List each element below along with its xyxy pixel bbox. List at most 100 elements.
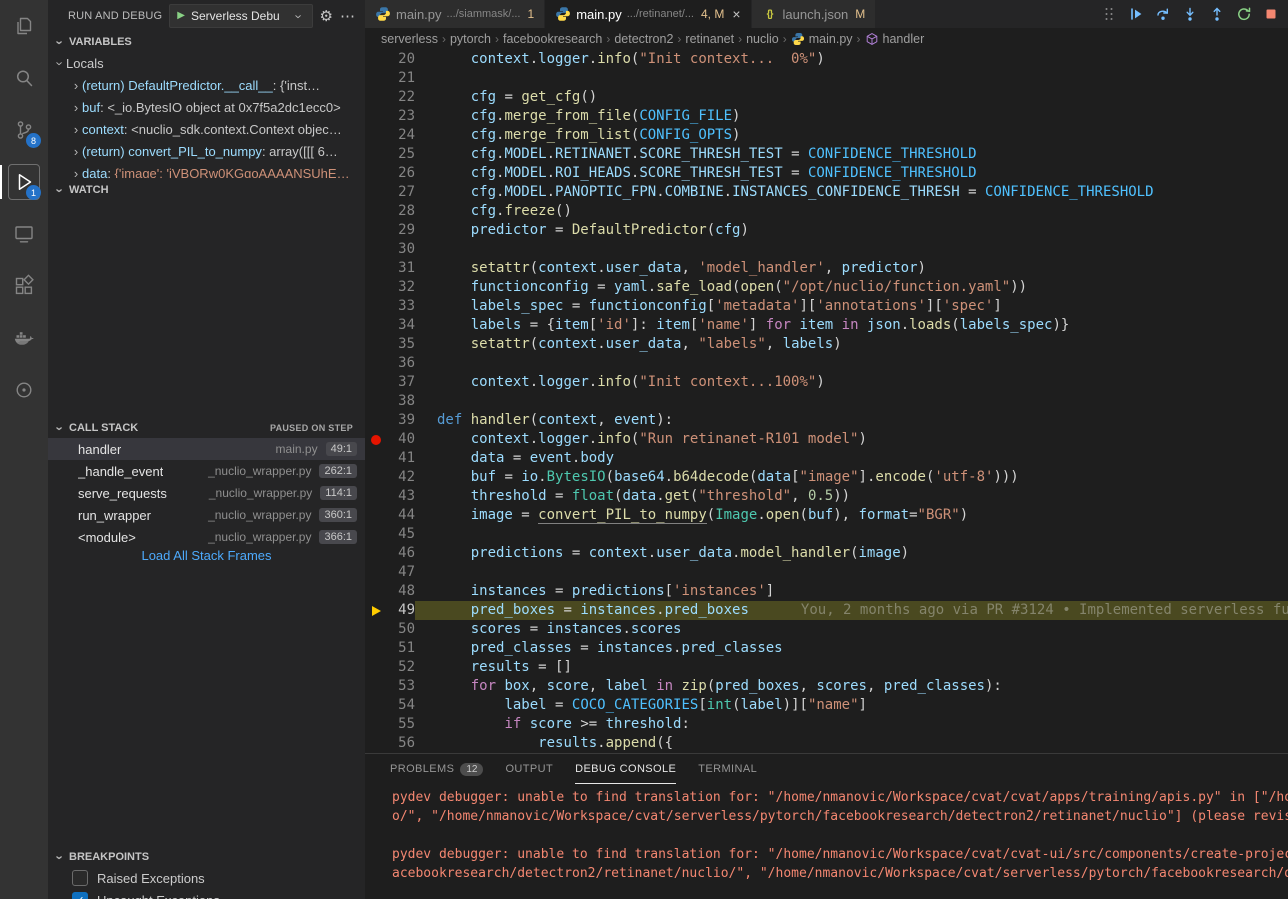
line-number[interactable]: 56	[387, 734, 415, 753]
breadcrumb-item-handler[interactable]: handler	[865, 32, 925, 46]
line-number[interactable]: 26	[387, 164, 415, 183]
code-line-content[interactable]: setattr(context.user_data, "labels", lab…	[415, 335, 1288, 354]
line-number[interactable]: 47	[387, 563, 415, 582]
line-number[interactable]: 41	[387, 449, 415, 468]
code-line-content[interactable]: results.append({	[415, 734, 1288, 753]
breadcrumb-item-detectron2[interactable]: detectron2	[614, 32, 673, 46]
code-line-content[interactable]: cfg.freeze()	[415, 202, 1288, 221]
more-actions-icon[interactable]: ⋯	[340, 9, 355, 24]
code-line-content[interactable]: labels_spec = functionconfig['metadata']…	[415, 297, 1288, 316]
gutter-glyph-margin[interactable]	[365, 658, 387, 677]
gutter-glyph-margin[interactable]	[365, 544, 387, 563]
remote-explorer-activity-button[interactable]	[0, 208, 48, 260]
line-number[interactable]: 25	[387, 145, 415, 164]
explorer-activity-button[interactable]	[0, 0, 48, 52]
line-number[interactable]: 42	[387, 468, 415, 487]
step-out-button[interactable]	[1208, 5, 1226, 23]
search-activity-button[interactable]	[0, 52, 48, 104]
breadcrumb-item-pytorch[interactable]: pytorch	[450, 32, 491, 46]
line-number[interactable]: 51	[387, 639, 415, 658]
variables-section-header[interactable]: › VARIABLES	[48, 32, 365, 52]
code-line-content[interactable]: scores = instances.scores	[415, 620, 1288, 639]
drag-grip-button[interactable]	[1100, 5, 1118, 23]
gutter-glyph-margin[interactable]	[365, 392, 387, 411]
line-number[interactable]: 37	[387, 373, 415, 392]
line-number[interactable]: 55	[387, 715, 415, 734]
breakpoint-dot[interactable]	[371, 435, 381, 445]
plugin-circle-activity-button[interactable]	[0, 364, 48, 416]
code-line-content[interactable]: data = event.body	[415, 449, 1288, 468]
call-stack-section-header[interactable]: › CALL STACK PAUSED ON STEP	[48, 418, 365, 438]
line-number[interactable]: 33	[387, 297, 415, 316]
code-line-content[interactable]: labels = {item['id']: item['name'] for i…	[415, 316, 1288, 335]
call-stack-frame[interactable]: _handle_event_nuclio_wrapper.py262:1	[48, 460, 365, 482]
gutter-glyph-margin[interactable]	[365, 506, 387, 525]
gutter-glyph-margin[interactable]	[365, 88, 387, 107]
gutter-glyph-margin[interactable]	[365, 487, 387, 506]
gutter-glyph-margin[interactable]	[365, 316, 387, 335]
gutter-glyph-margin[interactable]	[365, 297, 387, 316]
line-number[interactable]: 28	[387, 202, 415, 221]
line-number[interactable]: 48	[387, 582, 415, 601]
debug-config-dropdown[interactable]: ▶ Serverless Debu ›	[169, 4, 312, 28]
code-line-content[interactable]	[415, 354, 1288, 373]
line-number[interactable]: 49	[387, 601, 415, 620]
gutter-glyph-margin[interactable]	[365, 411, 387, 430]
gutter-glyph-margin[interactable]	[365, 715, 387, 734]
line-number[interactable]: 40	[387, 430, 415, 449]
code-line-content[interactable]: pred_boxes = instances.pred_boxesYou, 2 …	[415, 601, 1288, 620]
breakpoint-checkbox[interactable]	[72, 870, 88, 886]
stop-button[interactable]	[1262, 5, 1280, 23]
gutter-glyph-margin[interactable]	[365, 335, 387, 354]
gutter-glyph-margin[interactable]	[365, 639, 387, 658]
gutter-glyph-margin[interactable]	[365, 601, 387, 620]
line-number[interactable]: 36	[387, 354, 415, 373]
line-number[interactable]: 24	[387, 126, 415, 145]
code-line-content[interactable]: cfg = get_cfg()	[415, 88, 1288, 107]
code-line-content[interactable]: if score >= threshold:	[415, 715, 1288, 734]
breadcrumb-item-serverless[interactable]: serverless	[381, 32, 438, 46]
gutter-glyph-margin[interactable]	[365, 582, 387, 601]
gutter-glyph-margin[interactable]	[365, 259, 387, 278]
gutter-glyph-margin[interactable]	[365, 430, 387, 449]
gutter-glyph-margin[interactable]	[365, 373, 387, 392]
code-line-content[interactable]: def handler(context, event):	[415, 411, 1288, 430]
code-line-content[interactable]: pred_classes = instances.pred_classes	[415, 639, 1288, 658]
code-line-content[interactable]: results = []	[415, 658, 1288, 677]
code-line-content[interactable]: threshold = float(data.get("threshold", …	[415, 487, 1288, 506]
line-number[interactable]: 22	[387, 88, 415, 107]
line-number[interactable]: 38	[387, 392, 415, 411]
code-line-content[interactable]: context.logger.info("Init context... 0%"…	[415, 50, 1288, 69]
line-number[interactable]: 45	[387, 525, 415, 544]
gutter-glyph-margin[interactable]	[365, 183, 387, 202]
code-line-content[interactable]: setattr(context.user_data, 'model_handle…	[415, 259, 1288, 278]
variable-row[interactable]: ›buf: <_io.BytesIO object at 0x7f5a2dc1e…	[48, 96, 365, 118]
code-line-content[interactable]: predictor = DefaultPredictor(cfg)	[415, 221, 1288, 240]
line-number[interactable]: 54	[387, 696, 415, 715]
run-and-debug-activity-button[interactable]: 1	[0, 156, 48, 208]
call-stack-frame[interactable]: handlermain.py49:1	[48, 438, 365, 460]
scope-locals[interactable]: › Locals	[48, 52, 365, 74]
code-line-content[interactable]: cfg.merge_from_file(CONFIG_FILE)	[415, 107, 1288, 126]
gutter-glyph-margin[interactable]	[365, 240, 387, 259]
extensions-activity-button[interactable]	[0, 260, 48, 312]
breakpoints-section-header[interactable]: › BREAKPOINTS	[48, 847, 365, 867]
line-number[interactable]: 23	[387, 107, 415, 126]
variable-row[interactable]: ›context: <nuclio_sdk.context.Context ob…	[48, 118, 365, 140]
line-number[interactable]: 53	[387, 677, 415, 696]
line-number[interactable]: 43	[387, 487, 415, 506]
gutter-glyph-margin[interactable]	[365, 677, 387, 696]
code-line-content[interactable]: cfg.merge_from_list(CONFIG_OPTS)	[415, 126, 1288, 145]
breadcrumb-item-nuclio[interactable]: nuclio	[746, 32, 779, 46]
close-icon[interactable]: ×	[732, 7, 740, 21]
editor-tab-main.py[interactable]: main.py.../siammask/...1	[365, 0, 545, 28]
line-number[interactable]: 20	[387, 50, 415, 69]
code-line-content[interactable]: for box, score, label in zip(pred_boxes,…	[415, 677, 1288, 696]
line-number[interactable]: 32	[387, 278, 415, 297]
line-number[interactable]: 31	[387, 259, 415, 278]
gutter-glyph-margin[interactable]	[365, 734, 387, 753]
gutter-glyph-margin[interactable]	[365, 449, 387, 468]
code-line-content[interactable]: context.logger.info("Init context...100%…	[415, 373, 1288, 392]
restart-button[interactable]	[1235, 5, 1253, 23]
line-number[interactable]: 21	[387, 69, 415, 88]
